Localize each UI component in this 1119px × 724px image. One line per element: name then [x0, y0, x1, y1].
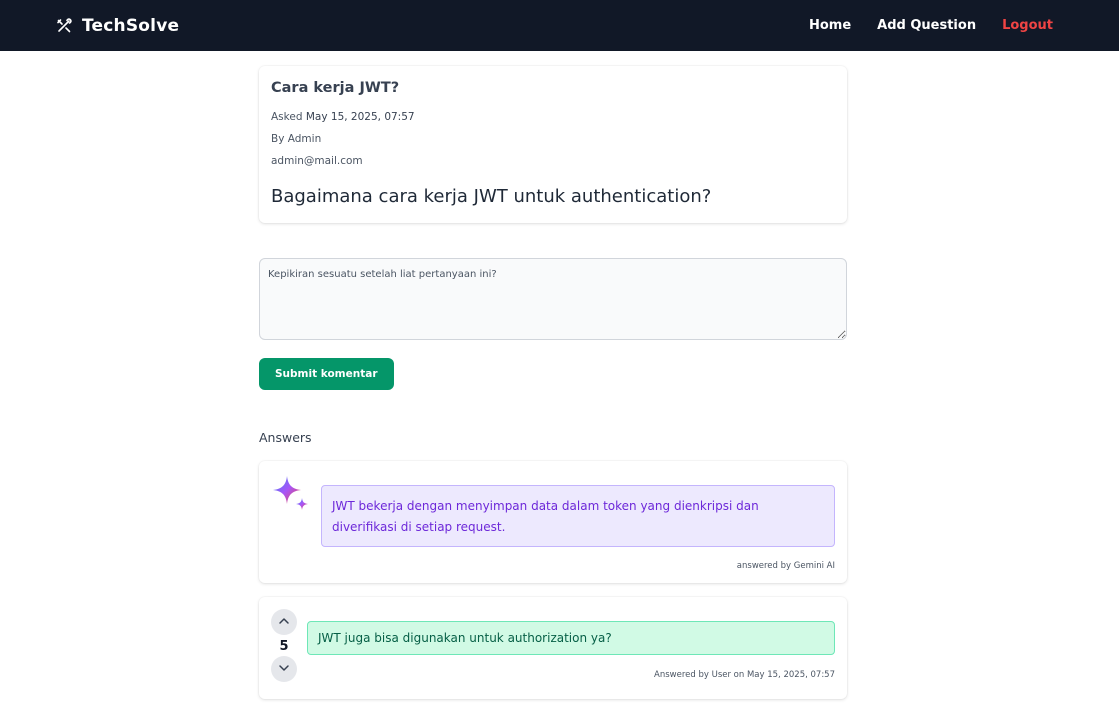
question-title: Cara kerja JWT?	[271, 80, 400, 96]
asked-date: May 15, 2025, 07:57	[305, 111, 415, 123]
vote-controls: 5	[271, 609, 297, 682]
downvote-button[interactable]	[271, 656, 297, 682]
gemini-sparkle-icon	[271, 475, 311, 515]
chevron-down-icon	[278, 662, 290, 677]
question-card: Cara kerja JWT? Asked May 15, 2025, 07:5…	[259, 66, 847, 223]
brand-link[interactable]: TechSolve	[56, 16, 179, 36]
ai-answer-card: JWT bekerja dengan menyimpan data dalam …	[259, 461, 847, 583]
comment-textarea[interactable]	[259, 258, 847, 340]
upvote-button[interactable]	[271, 609, 297, 635]
user-answer-bubble: JWT juga bisa digunakan untuk authorizat…	[307, 621, 835, 655]
submit-comment-button[interactable]: Submit komentar	[259, 358, 394, 390]
navbar: TechSolve Home Add Question Logout	[0, 0, 1119, 51]
chevron-up-icon	[278, 615, 290, 630]
nav-add-question-link[interactable]: Add Question	[877, 18, 976, 33]
brand-name: TechSolve	[82, 15, 180, 36]
ai-answer-footer: answered by Gemini AI	[736, 561, 835, 571]
asked-prefix: Asked	[271, 111, 303, 123]
user-answer-footer: Answered by User on May 15, 2025, 07:57	[654, 670, 835, 680]
nav-logout-link[interactable]: Logout	[1002, 18, 1053, 33]
question-author: By Admin	[271, 133, 322, 145]
answers-heading: Answers	[259, 430, 312, 445]
question-author-email: admin@mail.com	[271, 155, 363, 167]
main-content: Cara kerja JWT? Asked May 15, 2025, 07:5…	[259, 66, 847, 699]
ai-answer-bubble: JWT bekerja dengan menyimpan data dalam …	[321, 485, 835, 547]
tools-icon	[56, 17, 72, 34]
question-asked: Asked May 15, 2025, 07:57	[271, 106, 835, 128]
ai-answer-row: JWT bekerja dengan menyimpan data dalam …	[271, 475, 835, 547]
nav-home-link[interactable]: Home	[809, 18, 851, 33]
vote-count: 5	[279, 639, 289, 654]
nav-links: Home Add Question Logout	[809, 18, 1053, 33]
user-answer-card: 5 JWT juga bisa digunakan untuk authoriz…	[259, 597, 847, 699]
question-body: Bagaimana cara kerja JWT untuk authentic…	[271, 186, 712, 207]
